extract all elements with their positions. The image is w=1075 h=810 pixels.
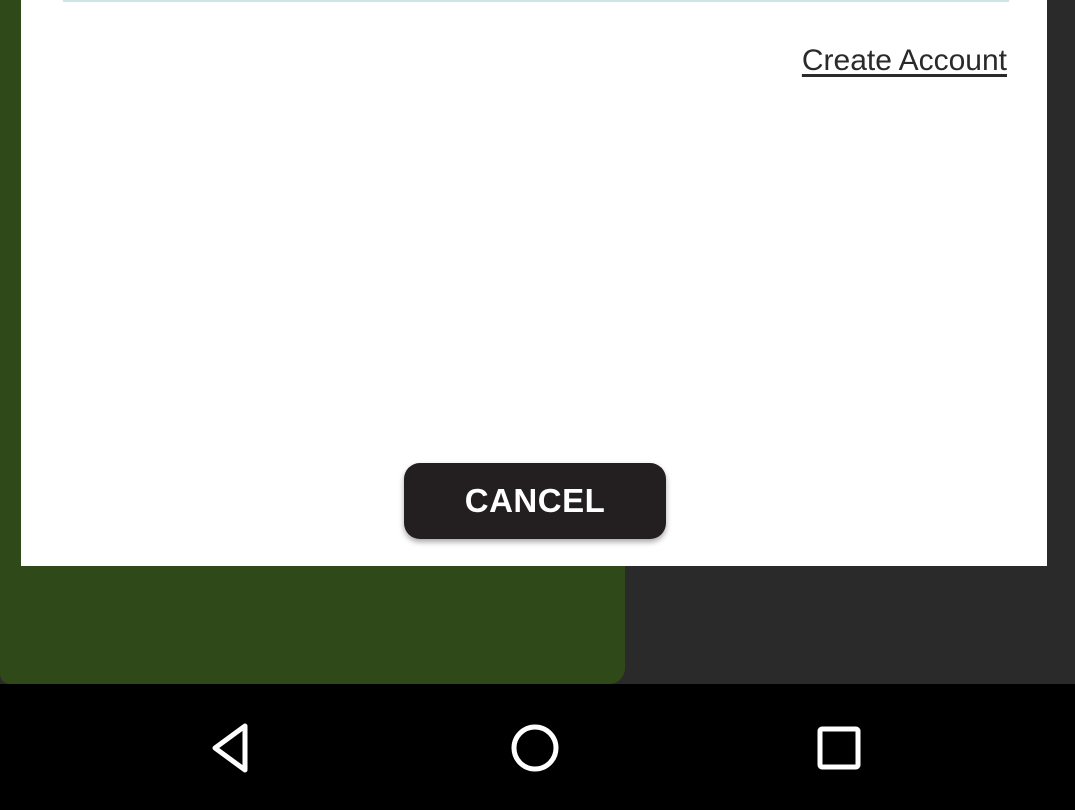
create-account-link[interactable]: Create Account <box>802 44 1007 78</box>
navigation-bar <box>0 684 1075 810</box>
recents-button[interactable] <box>799 708 879 788</box>
app-screen: Create Account CANCEL <box>0 0 1075 810</box>
recents-icon <box>817 726 861 770</box>
home-icon <box>511 724 559 772</box>
back-button[interactable] <box>193 708 273 788</box>
login-dialog: Create Account CANCEL <box>21 0 1047 566</box>
input-field-underline <box>63 0 1009 2</box>
back-icon <box>212 723 248 773</box>
cancel-button[interactable]: CANCEL <box>404 463 666 539</box>
home-button[interactable] <box>495 708 575 788</box>
